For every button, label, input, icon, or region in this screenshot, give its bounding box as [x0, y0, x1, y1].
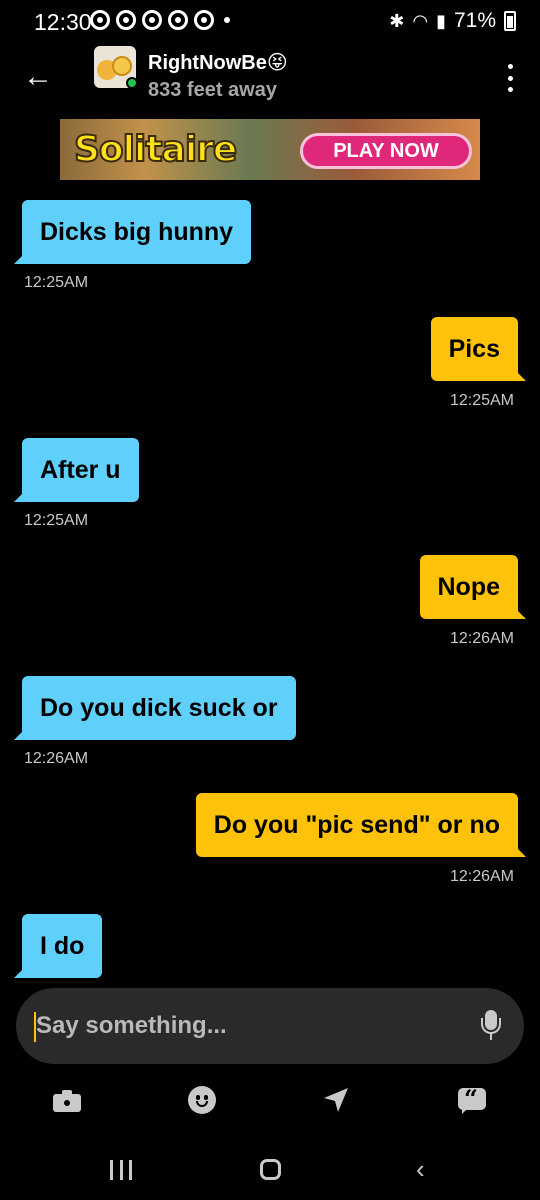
home-icon[interactable]	[260, 1159, 281, 1180]
more-options-icon[interactable]	[500, 60, 520, 96]
recent-apps-icon[interactable]	[110, 1160, 132, 1180]
ad-banner[interactable]: Solitaire PLAY NOW	[60, 119, 480, 180]
wifi-icon: ◠	[412, 10, 429, 31]
status-right: ✱ ◠ ▮ 71%	[389, 9, 516, 33]
back-arrow-icon[interactable]: ←	[20, 60, 56, 94]
status-time: 12:30	[34, 9, 92, 35]
message-timestamp: 12:26AM	[449, 630, 514, 647]
ad-play-now-button[interactable]: PLAY NOW	[300, 133, 472, 169]
chrome-icon	[142, 10, 162, 30]
ad-title: Solitaire	[73, 128, 238, 171]
message-timestamp: 12:26AM	[24, 750, 89, 767]
message-incoming[interactable]: Dicks big hunny	[13, 200, 252, 264]
camera-icon[interactable]	[53, 1086, 83, 1116]
chrome-icon	[168, 10, 188, 30]
message-incoming[interactable]: Do you dick suck or	[14, 676, 296, 740]
bluetooth-icon: ✱	[389, 10, 405, 31]
online-indicator	[126, 77, 138, 89]
chat-header: ← RightNowBe😝 833 feet away	[0, 46, 540, 110]
message-outgoing[interactable]: Nope	[419, 555, 526, 619]
message-timestamp: 12:25AM	[449, 392, 514, 409]
chrome-icon	[90, 10, 110, 30]
nav-back-icon[interactable]: ‹	[416, 1154, 425, 1185]
message-timestamp: 12:25AM	[24, 512, 89, 529]
signal-icon: ▮	[436, 10, 446, 31]
message-outgoing[interactable]: Do you "pic send" or no	[195, 793, 527, 857]
battery-icon	[504, 11, 516, 31]
emoji-icon[interactable]	[188, 1086, 218, 1116]
saved-phrases-icon[interactable]: “	[458, 1084, 488, 1116]
notification-icons	[90, 10, 230, 30]
contact-distance: 833 feet away	[148, 79, 277, 101]
message-timestamp: 12:25AM	[24, 274, 89, 291]
message-incoming[interactable]: After u	[14, 438, 139, 502]
contact-name[interactable]: RightNowBe😝	[148, 50, 288, 75]
system-navigation-bar: ‹	[0, 1140, 540, 1200]
message-outgoing[interactable]: Pics	[430, 317, 527, 381]
message-input[interactable]	[36, 1008, 436, 1044]
message-incoming[interactable]: I do	[13, 914, 103, 978]
microphone-icon[interactable]	[480, 1010, 502, 1042]
more-notifications-dot	[224, 17, 230, 23]
message-timestamp: 12:26AM	[449, 868, 514, 885]
chat-action-bar: “	[0, 1080, 540, 1120]
battery-percent: 71%	[453, 9, 496, 32]
chrome-icon	[194, 10, 214, 30]
location-icon[interactable]	[322, 1086, 352, 1116]
chrome-icon	[116, 10, 136, 30]
status-bar: 12:30 ✱ ◠ ▮ 71%	[0, 0, 540, 46]
